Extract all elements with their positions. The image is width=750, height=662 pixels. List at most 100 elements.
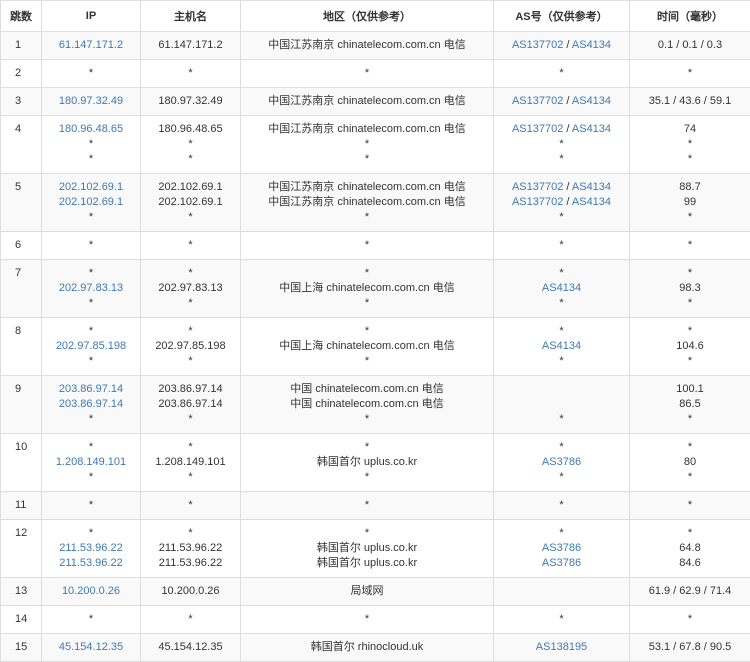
as-line: AS137702 / AS4134 — [494, 122, 629, 137]
timeout-marker: * — [141, 498, 240, 513]
as-link[interactable]: AS4134 — [572, 123, 611, 135]
ip-cell: * — [42, 60, 141, 88]
region-text: 中国江苏南京 chinatelecom.com.cn 电信 — [241, 195, 493, 210]
as-line: AS4134 — [494, 281, 629, 296]
as-line: AS137702 / AS4134 — [494, 180, 629, 195]
as-link[interactable]: AS138195 — [536, 641, 587, 653]
time-cell: *98.3* — [630, 260, 750, 318]
ip-cell: * — [42, 606, 141, 634]
hostname-text: 203.86.97.14 — [141, 382, 240, 397]
table-row: 14***** — [1, 606, 750, 634]
timeout-marker: * — [42, 354, 140, 369]
table-row: 1310.200.0.2610.200.0.26局域网61.9 / 62.9 /… — [1, 578, 750, 606]
timeout-marker: * — [141, 137, 240, 152]
timeout-marker: * — [559, 613, 563, 625]
as-link[interactable]: AS137702 — [512, 196, 563, 208]
timeout-marker: * — [630, 210, 750, 225]
timeout-marker: * — [630, 412, 750, 427]
timeout-marker: * — [559, 325, 563, 337]
as-link[interactable]: AS137702 — [512, 123, 563, 135]
latency-text: 53.1 / 67.8 / 90.5 — [630, 640, 750, 655]
latency-text: 98.3 — [630, 281, 750, 296]
latency-text: 100.1 — [630, 382, 750, 397]
ip-cell: 10.200.0.26 — [42, 578, 141, 606]
ip-link[interactable]: 61.147.171.2 — [42, 38, 140, 53]
timeout-marker: * — [141, 354, 240, 369]
ip-link[interactable]: 10.200.0.26 — [42, 584, 140, 599]
hop-cell: 12 — [1, 520, 42, 578]
hostname-text: 202.97.85.198 — [141, 339, 240, 354]
ip-cell: 180.97.32.49 — [42, 88, 141, 116]
as-line: AS137702 / AS4134 — [494, 195, 629, 210]
time-cell: 53.1 / 67.8 / 90.5 — [630, 634, 750, 662]
timeout-marker: * — [559, 138, 563, 150]
as-cell: AS137702 / AS4134 — [494, 32, 630, 60]
timeout-marker: * — [630, 526, 750, 541]
ip-link[interactable]: 202.97.83.13 — [42, 281, 140, 296]
as-link[interactable]: AS4134 — [572, 39, 611, 51]
ip-link[interactable]: 202.102.69.1 — [42, 195, 140, 210]
ip-link[interactable]: 1.208.149.101 — [42, 455, 140, 470]
region-text: 中国江苏南京 chinatelecom.com.cn 电信 — [241, 122, 493, 137]
timeout-marker: * — [42, 210, 140, 225]
time-cell: 88.799* — [630, 174, 750, 232]
latency-text: 104.6 — [630, 339, 750, 354]
timeout-marker: * — [141, 296, 240, 311]
ip-link[interactable]: 203.86.97.14 — [42, 382, 140, 397]
region-cell: *中国上海 chinatelecom.com.cn 电信* — [241, 260, 494, 318]
timeout-marker: * — [559, 471, 563, 483]
timeout-marker: * — [559, 413, 563, 425]
as-line: AS3786 — [494, 455, 629, 470]
as-line: * — [494, 526, 629, 541]
latency-text: 0.1 / 0.1 / 0.3 — [630, 38, 750, 53]
as-link[interactable]: AS4134 — [572, 196, 611, 208]
latency-text: 86.5 — [630, 397, 750, 412]
hostname-cell: *1.208.149.101* — [141, 434, 241, 492]
hop-cell: 9 — [1, 376, 42, 434]
time-cell: 100.186.5* — [630, 376, 750, 434]
ip-link[interactable]: 203.86.97.14 — [42, 397, 140, 412]
hop-cell: 1 — [1, 32, 42, 60]
ip-link[interactable]: 180.97.32.49 — [42, 94, 140, 109]
table-row: 8*202.97.85.198**202.97.85.198**中国上海 chi… — [1, 318, 750, 376]
as-line: * — [494, 137, 629, 152]
hostname-cell: 61.147.171.2 — [141, 32, 241, 60]
as-link[interactable]: AS4134 — [572, 95, 611, 107]
as-link[interactable]: AS3786 — [542, 557, 581, 569]
header-region: 地区（仅供参考） — [241, 1, 494, 32]
ip-cell: *1.208.149.101* — [42, 434, 141, 492]
hop-cell: 4 — [1, 116, 42, 174]
ip-link[interactable]: 45.154.12.35 — [42, 640, 140, 655]
timeout-marker: * — [630, 238, 750, 253]
as-link[interactable]: AS4134 — [542, 340, 581, 352]
table-row: 5202.102.69.1202.102.69.1*202.102.69.120… — [1, 174, 750, 232]
as-line — [494, 382, 629, 397]
ip-cell: *202.97.85.198* — [42, 318, 141, 376]
as-link[interactable]: AS4134 — [542, 282, 581, 294]
ip-link[interactable]: 202.97.85.198 — [42, 339, 140, 354]
ip-link[interactable]: 180.96.48.65 — [42, 122, 140, 137]
timeout-marker: * — [141, 238, 240, 253]
as-cell: AS137702 / AS4134AS137702 / AS4134* — [494, 174, 630, 232]
as-link[interactable]: AS137702 — [512, 39, 563, 51]
region-cell: 中国江苏南京 chinatelecom.com.cn 电信** — [241, 116, 494, 174]
timeout-marker: * — [141, 470, 240, 485]
region-cell: * — [241, 232, 494, 260]
as-link[interactable]: AS3786 — [542, 542, 581, 554]
as-link[interactable]: AS137702 — [512, 181, 563, 193]
ip-link[interactable]: 211.53.96.22 — [42, 541, 140, 556]
ip-link[interactable]: 202.102.69.1 — [42, 180, 140, 195]
timeout-marker: * — [559, 153, 563, 165]
timeout-marker: * — [559, 239, 563, 251]
table-body: 161.147.171.261.147.171.2中国江苏南京 chinatel… — [1, 32, 750, 662]
ip-link[interactable]: 211.53.96.22 — [42, 556, 140, 571]
region-text: 中国江苏南京 chinatelecom.com.cn 电信 — [241, 38, 493, 53]
header-hop: 跳数 — [1, 1, 42, 32]
timeout-marker: * — [630, 152, 750, 167]
as-link[interactable]: AS137702 — [512, 95, 563, 107]
as-cell: *AS3786* — [494, 434, 630, 492]
hop-cell: 7 — [1, 260, 42, 318]
as-link[interactable]: AS4134 — [572, 181, 611, 193]
time-cell: * — [630, 492, 750, 520]
as-link[interactable]: AS3786 — [542, 456, 581, 468]
